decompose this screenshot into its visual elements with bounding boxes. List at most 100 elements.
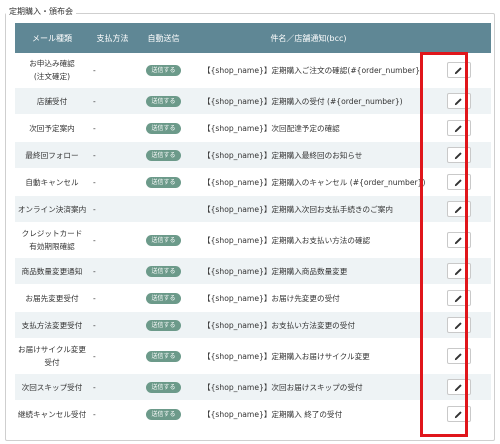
auto-send-cell: 送信する <box>136 319 191 331</box>
edit-cell <box>426 348 491 364</box>
pencil-icon <box>454 236 462 244</box>
edit-cell <box>426 379 491 395</box>
table-row: お届けサイクル変更 受付 - 送信する 【{shop_name}】定期購入お届けサイク… <box>15 339 491 374</box>
table-row: 次回スキップ受付 - 送信する 【{shop_name}】次回お届けスキップの受付 <box>15 374 491 401</box>
payment-method: - <box>93 123 96 133</box>
mail-type-name: 継続キャンセル受付 <box>17 409 87 419</box>
mail-subject: 【{shop_name}】お届け先変更の受付 <box>203 293 340 303</box>
auto-send-badge: 送信する <box>146 408 181 420</box>
auto-send-cell: 送信する <box>136 149 191 161</box>
auto-send-badge: 送信する <box>146 64 181 76</box>
edit-button[interactable] <box>446 348 471 364</box>
edit-button[interactable] <box>446 406 471 422</box>
table-row: クレジットカード 有効期限確認 - 送信する 【{shop_name}】定期購入お支払… <box>15 223 491 258</box>
column-header-subject: 件名／店舗通知(bcc) <box>270 33 347 43</box>
mail-type-name: オンライン決済案内 <box>17 204 87 214</box>
section-title: 定期購入・頒布会 <box>6 6 76 18</box>
auto-send-badge: 送信する <box>146 95 181 107</box>
mail-subject: 【{shop_name}】定期購入 終了の受付 <box>203 409 343 419</box>
pencil-icon <box>454 294 462 302</box>
mail-type-name: 次回スキップ受付 <box>21 382 83 392</box>
edit-cell <box>426 263 491 279</box>
mail-type-name: クレジットカード 有効期限確認 <box>21 229 83 251</box>
auto-send-cell: 送信する <box>136 350 191 362</box>
table-row: 商品数量変更通知 - 送信する 【{shop_name}】定期購入商品数量変更 <box>15 258 491 285</box>
mail-template-table: メール種類 支払方法 自動送信 件名／店舗通知(bcc) お申込み確認 (注文確… <box>15 23 491 428</box>
edit-cell <box>426 62 491 78</box>
mail-type-name: お届けサイクル変更 受付 <box>18 345 86 367</box>
table-row: お申込み確認 (注文確定) - 送信する 【{shop_name}】定期購入ご注文の確… <box>15 53 491 88</box>
edit-cell <box>426 232 491 248</box>
pencil-icon <box>454 383 462 391</box>
mail-type-name: 商品数量変更通知 <box>21 266 83 276</box>
table-row: 支払方法変更受付 - 送信する 【{shop_name}】お支払い方法変更の受付 <box>15 312 491 339</box>
mail-subject: 【{shop_name}】定期購入商品数量変更 <box>203 266 348 276</box>
auto-send-cell: 送信する <box>136 176 191 188</box>
edit-cell <box>426 93 491 109</box>
edit-cell <box>426 406 491 422</box>
mail-subject: 【{shop_name}】定期購入お支払い方法の確認 <box>203 235 371 245</box>
pencil-icon <box>454 352 462 360</box>
auto-send-badge: 送信する <box>146 149 181 161</box>
auto-send-badge: 送信する <box>146 319 181 331</box>
mail-subject: 【{shop_name}】定期購入お届けサイクル変更 <box>203 351 370 361</box>
edit-button[interactable] <box>446 232 471 248</box>
auto-send-badge: 送信する <box>146 234 181 246</box>
mail-type-name: お届先変更受付 <box>25 293 79 303</box>
mail-subject: 【{shop_name}】定期購入最終回のお知らせ <box>203 150 363 160</box>
table-row: 店舗受付 - 送信する 【{shop_name}】定期購入の受付 (#{order_n… <box>15 88 491 115</box>
table-body: お申込み確認 (注文確定) - 送信する 【{shop_name}】定期購入ご注文の確… <box>15 53 491 428</box>
pencil-icon <box>454 66 462 74</box>
table-row: お届先変更受付 - 送信する 【{shop_name}】お届け先変更の受付 <box>15 285 491 312</box>
auto-send-badge: 送信する <box>146 292 181 304</box>
pencil-icon <box>454 410 462 418</box>
edit-button[interactable] <box>446 174 471 190</box>
auto-send-badge: 送信する <box>146 350 181 362</box>
table-row: 自動キャンセル - 送信する 【{shop_name}】定期購入のキャンセル (#{o… <box>15 169 491 196</box>
payment-method: - <box>93 204 96 214</box>
mail-subject: 【{shop_name}】次回お届けスキップの受付 <box>203 382 363 392</box>
edit-cell <box>426 317 491 333</box>
auto-send-cell: 送信する <box>136 64 191 76</box>
edit-button[interactable] <box>446 379 471 395</box>
edit-button[interactable] <box>446 62 471 78</box>
payment-method: - <box>93 177 96 187</box>
pencil-icon <box>454 267 462 275</box>
table-row: 継続キャンセル受付 - 送信する 【{shop_name}】定期購入 終了の受付 <box>15 401 491 428</box>
payment-method: - <box>93 235 96 245</box>
pencil-icon <box>454 205 462 213</box>
edit-button[interactable] <box>446 201 471 217</box>
edit-button[interactable] <box>446 93 471 109</box>
mail-type-name: 支払方法変更受付 <box>21 320 83 330</box>
table-row: 次回予定案内 - 送信する 【{shop_name}】次回配達予定の確認 <box>15 115 491 142</box>
payment-method: - <box>93 96 96 106</box>
mail-subject: 【{shop_name}】定期購入のキャンセル (#{order_number}… <box>203 177 426 187</box>
edit-button[interactable] <box>446 290 471 306</box>
edit-button[interactable] <box>446 317 471 333</box>
auto-send-cell: 送信する <box>136 381 191 393</box>
auto-send-cell: 送信する <box>136 265 191 277</box>
mail-type-name: 自動キャンセル <box>25 177 79 187</box>
auto-send-badge: 送信する <box>146 381 181 393</box>
edit-cell <box>426 147 491 163</box>
column-header-mail-type: メール種類 <box>32 33 72 43</box>
edit-button[interactable] <box>446 120 471 136</box>
mail-subject: 【{shop_name}】次回配達予定の確認 <box>203 123 340 133</box>
payment-method: - <box>93 65 96 75</box>
auto-send-badge: 送信する <box>146 265 181 277</box>
edit-button[interactable] <box>446 147 471 163</box>
mail-subject: 【{shop_name}】定期購入ご注文の確認(#{order_number}) <box>203 65 423 75</box>
payment-method: - <box>93 320 96 330</box>
mail-type-name: 次回予定案内 <box>29 123 75 133</box>
auto-send-badge: 送信する <box>146 176 181 188</box>
auto-send-cell: 送信する <box>136 408 191 420</box>
edit-cell <box>426 120 491 136</box>
payment-method: - <box>93 266 96 276</box>
mail-type-name: 店舗受付 <box>36 96 68 106</box>
payment-method: - <box>93 382 96 392</box>
pencil-icon <box>454 321 462 329</box>
auto-send-cell: 送信する <box>136 292 191 304</box>
payment-method: - <box>93 409 96 419</box>
mail-type-name: お申込み確認 (注文確定) <box>29 59 75 81</box>
edit-button[interactable] <box>446 263 471 279</box>
